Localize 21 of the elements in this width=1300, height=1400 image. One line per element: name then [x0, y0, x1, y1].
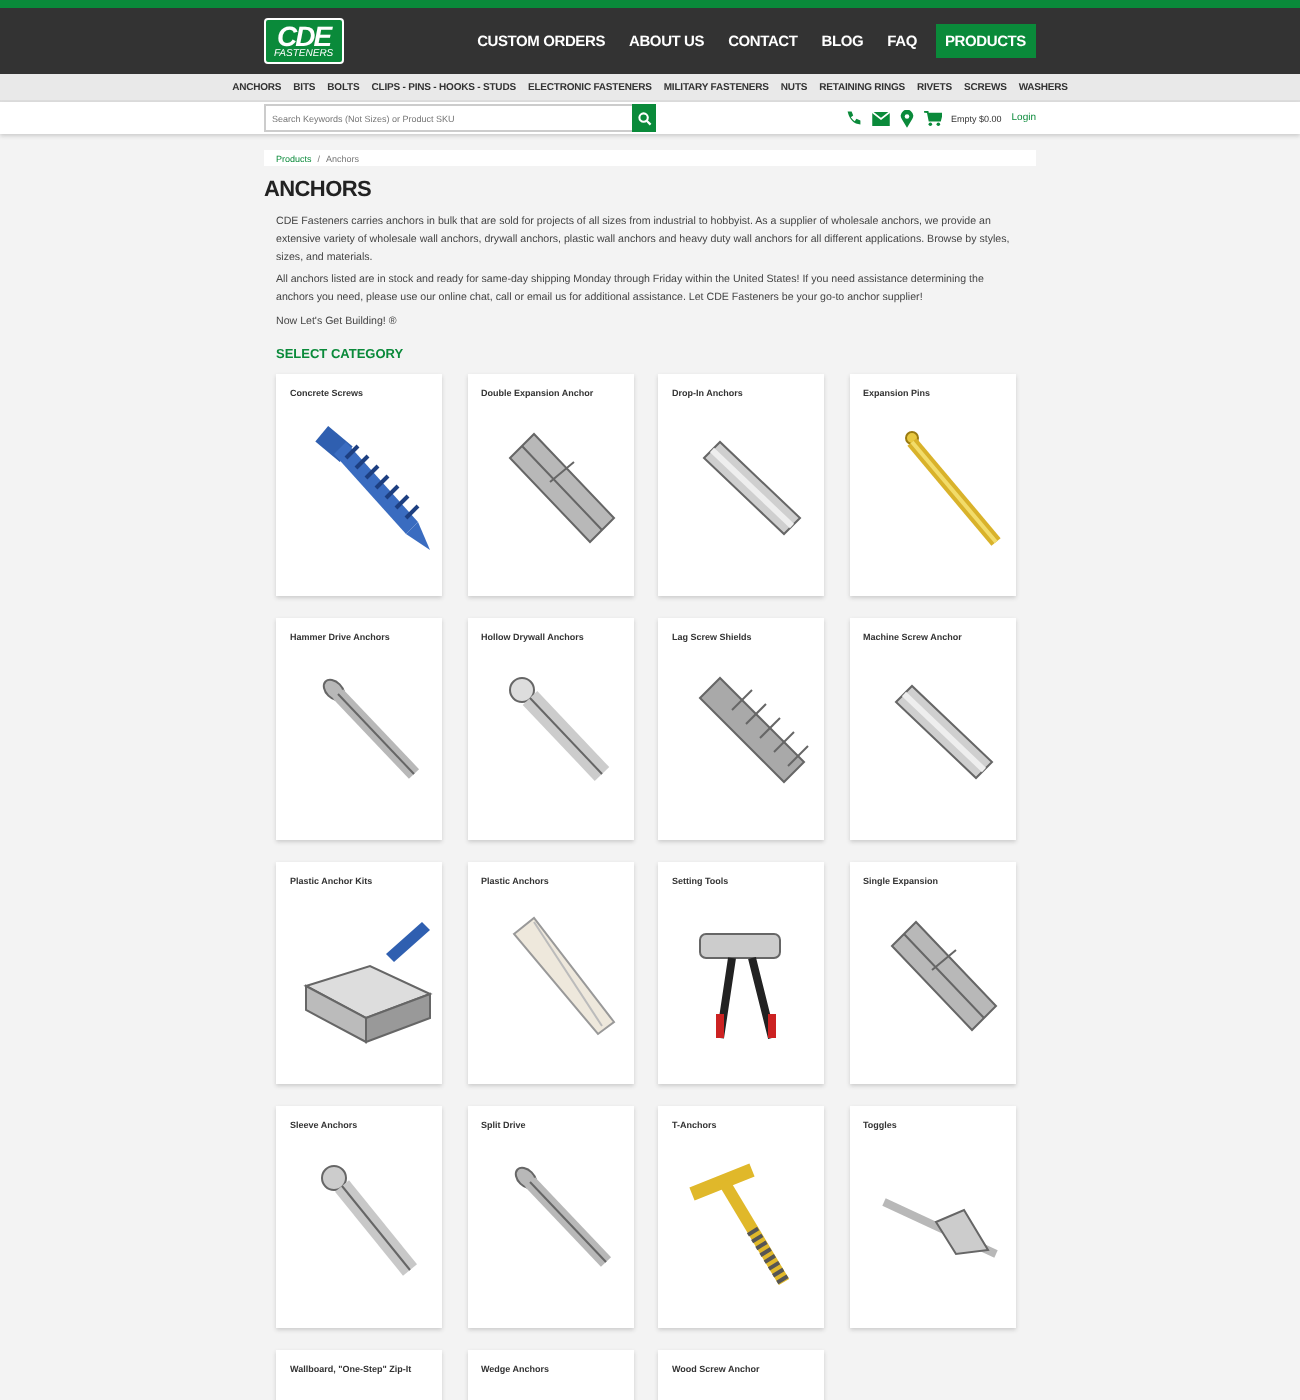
anchor-sleeve-drawing — [507, 432, 615, 543]
drive-anchor-drawing — [513, 1166, 611, 1267]
phone-icon[interactable] — [845, 110, 861, 126]
setting-tool-drawing — [699, 932, 781, 1042]
cart-icon[interactable] — [923, 110, 941, 126]
anchor-sleeve-drawing — [889, 920, 997, 1031]
anchor-tube-drawing — [893, 684, 993, 779]
plastic-anchor-drawing — [511, 916, 615, 1035]
toggle-bolt-drawing — [881, 1197, 997, 1258]
expansion-pin-drawing — [904, 430, 1000, 546]
search-button[interactable] — [632, 104, 656, 132]
t-anchor-drawing — [689, 1163, 790, 1285]
screw-drawing — [315, 425, 430, 550]
location-pin-icon[interactable] — [899, 109, 913, 127]
anchor-tube-drawing — [702, 440, 802, 535]
mail-icon[interactable] — [871, 111, 889, 125]
lag-shield-drawing — [698, 676, 809, 783]
drive-anchor-drawing — [322, 678, 420, 779]
page-title: ANCHORS — [264, 178, 374, 202]
anchor-kit-drawing — [303, 921, 433, 1044]
search-icon — [637, 111, 651, 125]
